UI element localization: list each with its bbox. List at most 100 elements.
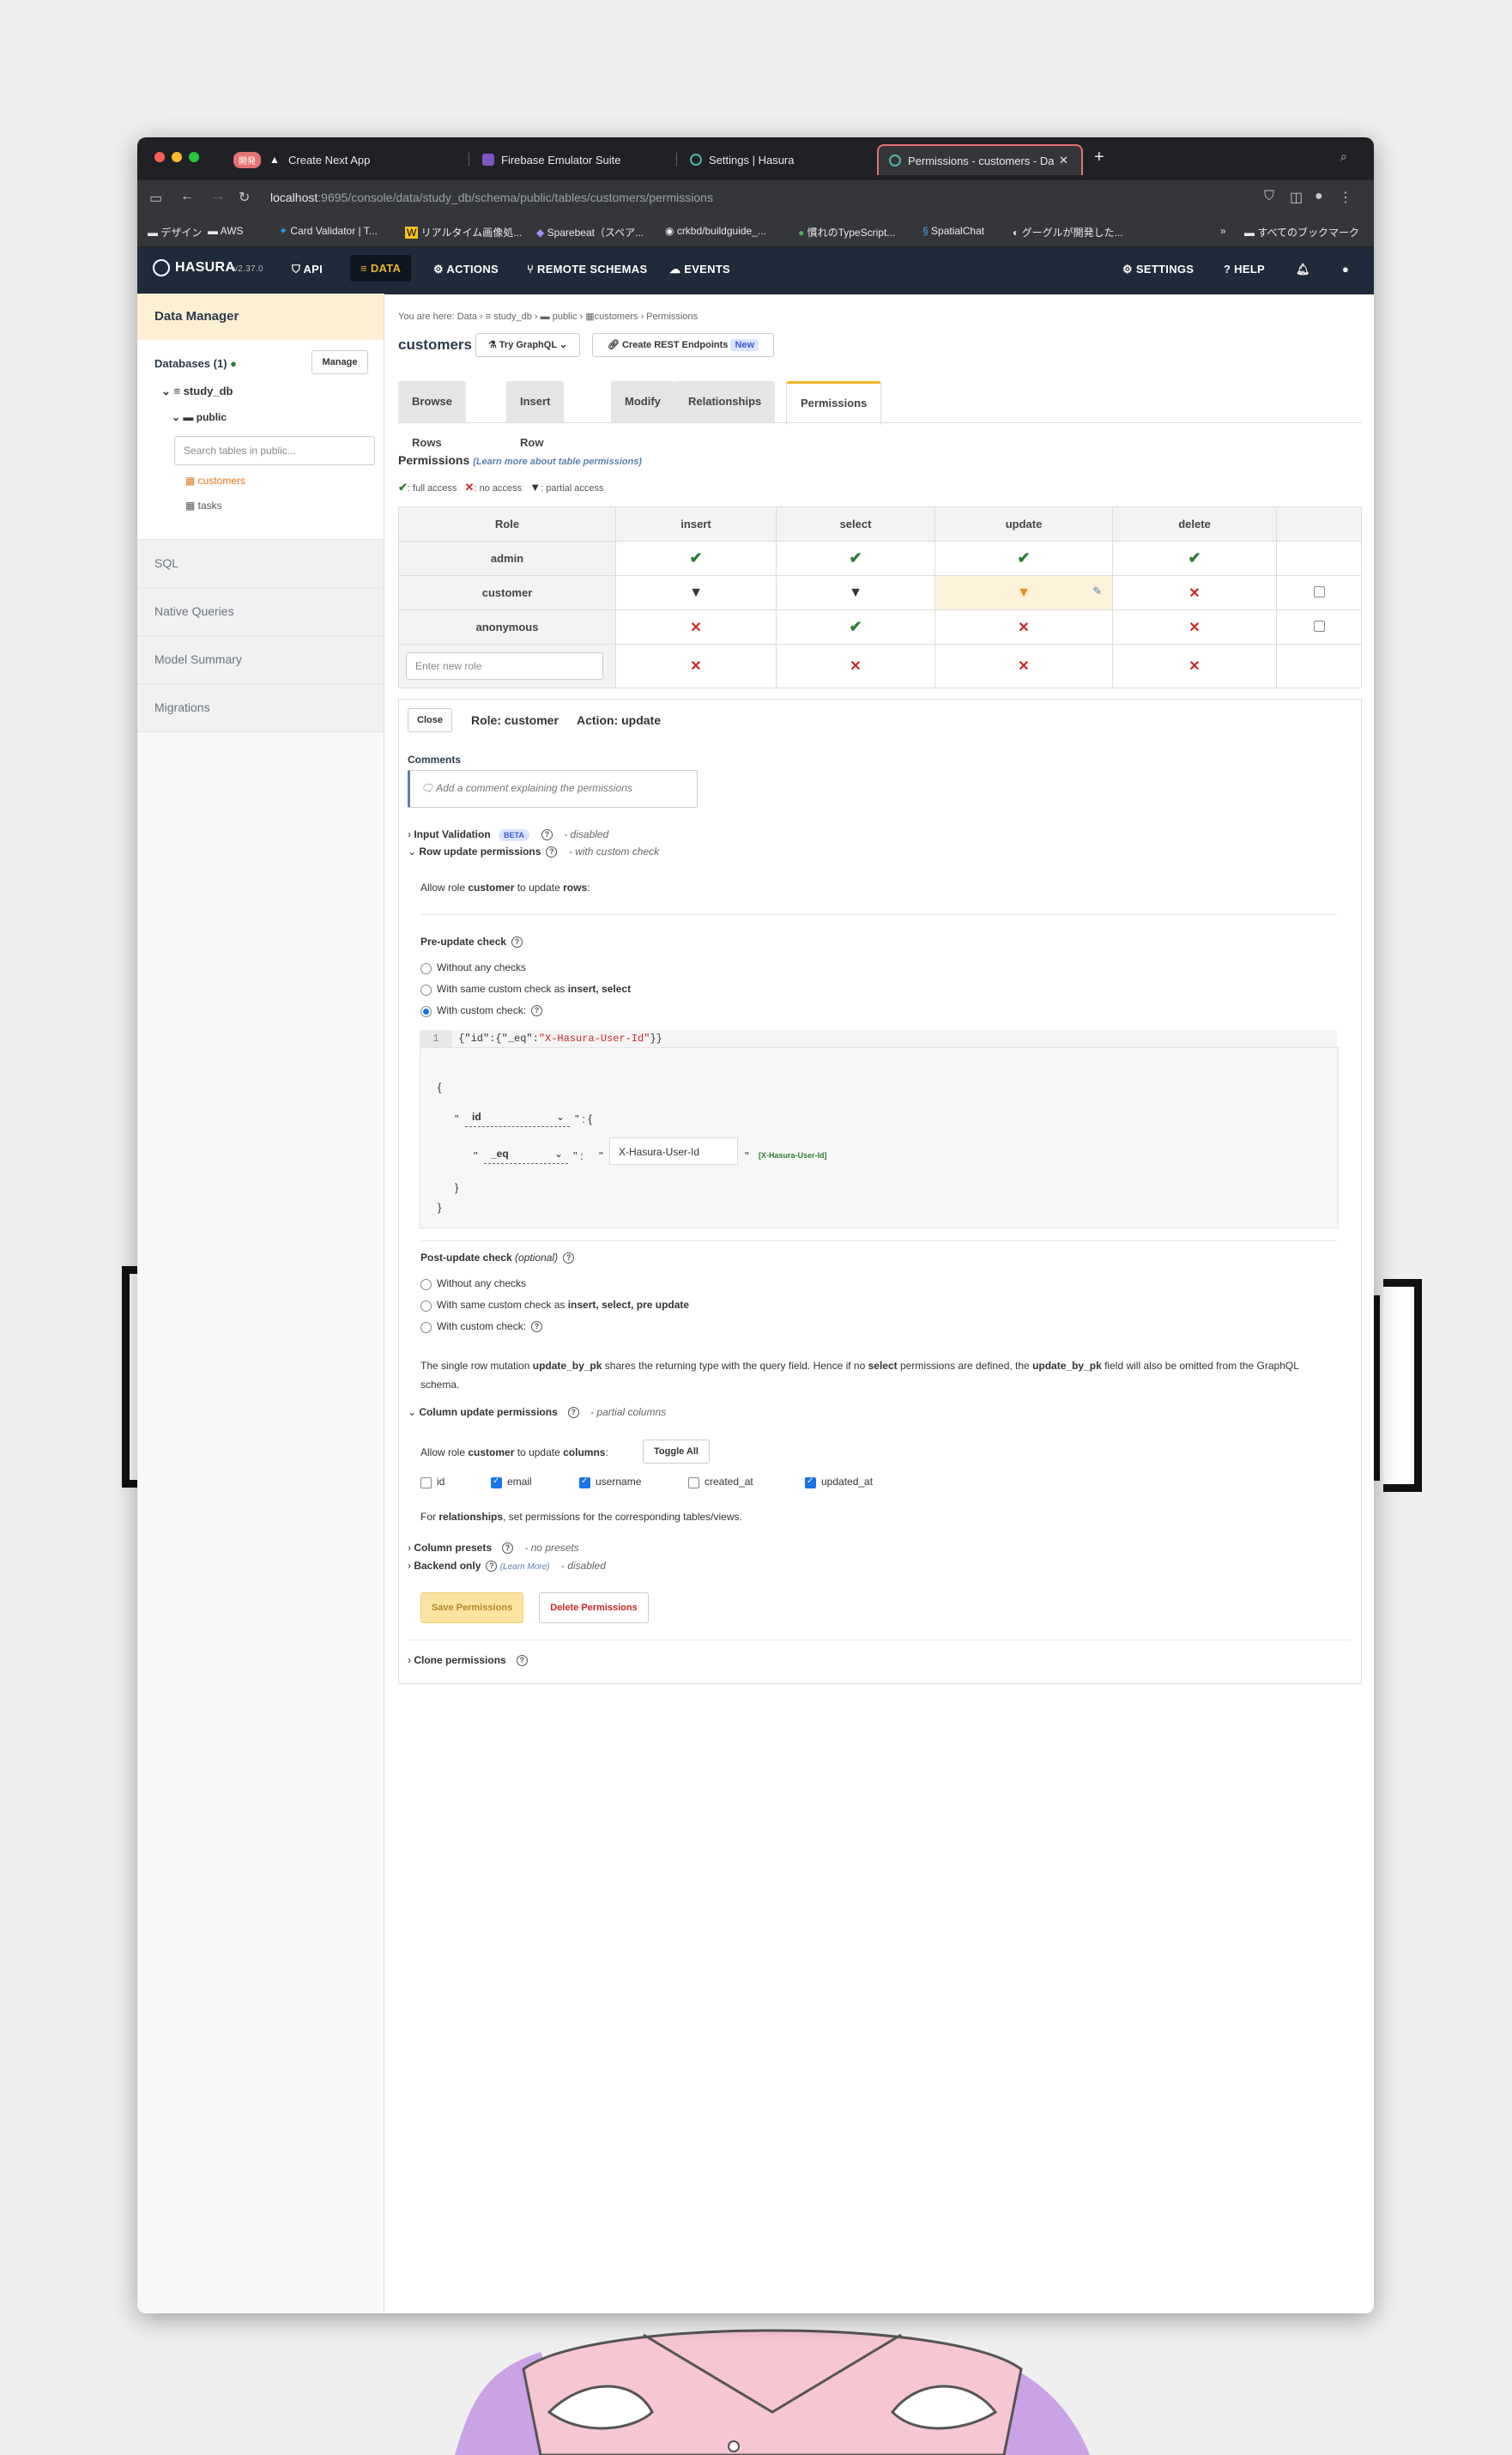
bookmark-item[interactable]: ▬ AWS: [208, 225, 244, 237]
try-graphql-button[interactable]: ⚗ Try GraphQL ⌄: [475, 333, 580, 357]
bookmarks-overflow[interactable]: »: [1220, 225, 1226, 237]
perm-cell[interactable]: ✔: [776, 541, 935, 576]
database-item-study-db[interactable]: ⌄ ≡ study_db: [161, 385, 233, 398]
manage-button[interactable]: Manage: [311, 350, 368, 374]
perm-cell[interactable]: ✕: [615, 644, 777, 688]
custom-check-code-editor[interactable]: 1 {"id":{"_eq":"X-Hasura-User-Id"}}: [420, 1030, 1337, 1047]
pre-radio-same[interactable]: [420, 985, 432, 996]
tab-permissions[interactable]: Permissions: [786, 381, 882, 425]
forward-icon[interactable]: →: [211, 189, 225, 204]
tab-relationships[interactable]: Relationships: [674, 381, 776, 422]
bookmark-item[interactable]: § SpatialChat: [922, 225, 984, 237]
operator-select-eq[interactable]: _eq ⌄: [484, 1143, 568, 1164]
maximize-window-icon[interactable]: [189, 152, 199, 162]
browser-tab-permissions[interactable]: Permissions - customers - Da ✕: [877, 144, 1083, 175]
nav-api[interactable]: ⛉ API: [292, 263, 323, 276]
profile-icon[interactable]: ●: [1315, 189, 1323, 204]
perm-cell[interactable]: ✕: [1112, 609, 1277, 645]
bookmark-item[interactable]: ✦ Card Validator | T...: [279, 225, 378, 237]
clone-permissions-toggle[interactable]: › Clone permissions?: [408, 1654, 528, 1667]
post-radio-custom[interactable]: [420, 1322, 432, 1333]
reading-view-icon[interactable]: ◫: [1290, 189, 1303, 206]
close-tab-icon[interactable]: ✕: [1059, 154, 1068, 167]
perm-cell[interactable]: ✔: [776, 609, 935, 645]
perm-cell[interactable]: ✔: [934, 541, 1113, 576]
perm-cell[interactable]: ✕: [615, 609, 777, 645]
delete-permissions-button[interactable]: Delete Permissions: [539, 1592, 649, 1623]
nav-events[interactable]: ☁ EVENTS: [669, 263, 730, 276]
column-checkbox-updated-at[interactable]: [805, 1476, 816, 1488]
all-bookmarks[interactable]: ▬ すべてのブックマーク: [1244, 225, 1359, 239]
search-tabs-icon[interactable]: ⌕: [1340, 149, 1347, 164]
perm-cell[interactable]: ✕: [1112, 644, 1277, 688]
column-checkbox-id[interactable]: [420, 1477, 432, 1488]
breadcrumb-db[interactable]: ≡ study_db: [486, 312, 532, 322]
perm-cell[interactable]: ▼: [615, 575, 777, 610]
tab-browse-rows[interactable]: Browse Rows: [398, 381, 466, 449]
schema-item-public[interactable]: ⌄ ▬ public: [172, 411, 227, 423]
nav-remote-schemas[interactable]: ⑂ REMOTE SCHEMAS: [527, 263, 647, 276]
browser-tab-firebase[interactable]: Firebase Emulator Suite: [472, 144, 678, 175]
session-variable-hint[interactable]: [X-Hasura-User-Id]: [759, 1151, 827, 1160]
back-icon[interactable]: ←: [180, 189, 194, 204]
post-radio-none[interactable]: [420, 1279, 432, 1290]
tab-insert-row[interactable]: Insert Row: [506, 381, 565, 449]
perm-cell-selected[interactable]: ▼ ✎: [934, 575, 1113, 610]
reload-icon[interactable]: ↻: [239, 189, 250, 206]
column-checkbox-email[interactable]: [491, 1476, 502, 1488]
input-validation-toggle[interactable]: › Input Validation BETA? - disabled: [408, 828, 608, 841]
sidebar-migrations[interactable]: Migrations: [137, 683, 384, 732]
role-select-checkbox[interactable]: [1313, 585, 1325, 597]
comment-input[interactable]: 🗨︎ Add a comment explaining the permissi…: [408, 770, 698, 808]
row-update-toggle[interactable]: ⌄ Row update permissions? - with custom …: [408, 846, 659, 858]
user-icon[interactable]: ●: [1342, 263, 1349, 276]
pre-radio-custom[interactable]: [420, 1006, 432, 1017]
perm-cell[interactable]: ✔: [1112, 541, 1277, 576]
bookmark-item[interactable]: ◐ グーグルが開発した...: [1013, 225, 1123, 239]
close-window-icon[interactable]: [154, 152, 165, 162]
save-permissions-button[interactable]: Save Permissions: [420, 1592, 523, 1623]
sidebar-toggle-icon[interactable]: ▭: [149, 190, 162, 207]
backend-only-toggle[interactable]: › Backend only? (Learn More) - disabled: [408, 1560, 606, 1573]
url-field[interactable]: localhost:9695/console/data/study_db/sch…: [270, 191, 713, 204]
field-select-id[interactable]: id ⌄: [465, 1106, 570, 1127]
table-item-customers[interactable]: ▦ customers: [185, 475, 245, 487]
table-item-tasks[interactable]: ▦ tasks: [185, 500, 222, 512]
perm-cell[interactable]: ✕: [934, 644, 1113, 688]
toggle-all-button[interactable]: Toggle All: [643, 1440, 710, 1464]
new-tab-button[interactable]: +: [1094, 148, 1104, 167]
nav-data[interactable]: ≡ DATA: [350, 255, 412, 282]
perm-cell[interactable]: ✕: [934, 609, 1113, 645]
new-role-input[interactable]: Enter new role: [406, 652, 603, 680]
column-presets-toggle[interactable]: › Column presets? - no presets: [408, 1542, 579, 1555]
value-input[interactable]: X-Hasura-User-Id: [609, 1137, 738, 1165]
perm-cell[interactable]: ▼: [776, 575, 935, 610]
column-checkbox-created-at[interactable]: [688, 1477, 699, 1488]
shield-icon[interactable]: ⛉: [1264, 189, 1274, 204]
browser-tab-settings-hasura[interactable]: Settings | Hasura: [680, 144, 877, 175]
breadcrumb-table[interactable]: ▦customers: [585, 312, 638, 322]
pre-radio-none[interactable]: [420, 963, 432, 974]
sidebar-model-summary[interactable]: Model Summary: [137, 635, 384, 683]
bookmark-item[interactable]: ◉ crkbd/buildguide_...: [665, 225, 766, 237]
breadcrumb-schema[interactable]: ▬ public: [541, 312, 578, 322]
column-checkbox-username[interactable]: [579, 1476, 590, 1488]
nav-settings[interactable]: ⚙ SETTINGS: [1122, 263, 1194, 276]
perm-cell[interactable]: ✕: [776, 644, 935, 688]
browser-tab-create-next-app[interactable]: 開発 ▲ Create Next App: [223, 144, 438, 175]
minimize-window-icon[interactable]: [172, 152, 182, 162]
data-manager-title[interactable]: Data Manager: [137, 294, 384, 340]
bookmark-item[interactable]: ▬ デザイン: [148, 225, 202, 239]
create-rest-endpoints-button[interactable]: 🔗︎ Create REST Endpoints New: [592, 333, 774, 357]
bookmark-item[interactable]: ● 慣れのTypeScript...: [798, 225, 895, 239]
sidebar-native-queries[interactable]: Native Queries: [137, 587, 384, 635]
learn-more-link[interactable]: (Learn more about table permissions): [473, 457, 642, 467]
tab-modify[interactable]: Modify: [611, 381, 674, 422]
menu-icon[interactable]: ⋮: [1339, 189, 1352, 206]
perm-cell[interactable]: ✕: [1112, 575, 1277, 610]
column-update-toggle[interactable]: ⌄ Column update permissions? - partial c…: [408, 1406, 666, 1419]
bookmark-item[interactable]: W リアルタイム画像処...: [405, 225, 522, 239]
bookmark-item[interactable]: ◆ Sparebeat（スペア...: [536, 225, 644, 239]
nav-actions[interactable]: ⚙ ACTIONS: [433, 263, 499, 276]
perm-cell[interactable]: ✔: [615, 541, 777, 576]
